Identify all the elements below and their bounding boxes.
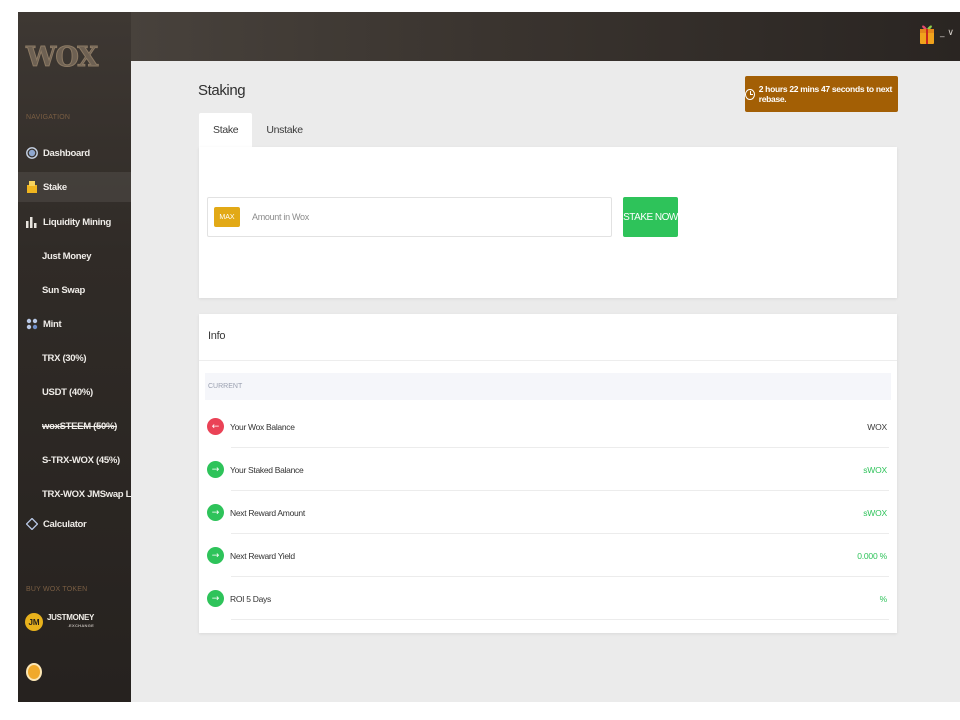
gift-avatar-icon[interactable] <box>918 21 936 45</box>
row-label: Your Wox Balance <box>230 421 295 432</box>
sidebar-item-label: TRX (30%) <box>42 352 87 364</box>
stake-now-button[interactable]: STAKE NOW <box>623 197 678 237</box>
sidebar-item-liquidity-mining[interactable]: Liquidity Mining <box>18 207 131 237</box>
row-label: Next Reward Amount <box>230 507 305 518</box>
row-divider <box>231 619 889 620</box>
diamond-icon <box>25 517 39 531</box>
sidebar-item-dashboard[interactable]: Dashboard <box>18 138 131 168</box>
arrow-right-icon: → <box>207 590 224 607</box>
stake-tabs: Stake Unstake <box>199 113 317 147</box>
row-label: Your Staked Balance <box>230 464 304 475</box>
justmoney-logo-text: JUSTMONEY .EXCHANGE <box>47 614 94 630</box>
sidebar-item-label: Just Money <box>42 250 92 262</box>
row-label: Next Reward Yield <box>230 550 295 561</box>
tab-stake[interactable]: Stake <box>199 113 253 147</box>
arrow-right-icon: → <box>207 461 224 478</box>
rebase-text: 2 hours 22 mins 47 seconds to next rebas… <box>758 84 893 104</box>
row-value: sWOX <box>863 464 887 475</box>
sidebar-item-trx[interactable]: TRX (30%) <box>18 343 131 373</box>
sidebar-item-label: Sun Swap <box>42 284 85 296</box>
app-logo[interactable]: WOX <box>25 42 98 74</box>
sidebar-item-label: woxSTEEM (50%) <box>42 420 117 432</box>
info-panel: Info CURRENT ← Your Wox Balance WOX → Yo… <box>199 314 897 633</box>
stake-panel: MAX STAKE NOW <box>199 147 897 298</box>
buy-heading: BUY WOX TOKEN <box>26 586 88 593</box>
bar-chart-icon <box>26 216 38 228</box>
clock-icon <box>745 88 755 100</box>
dashboard-icon <box>26 147 38 159</box>
justmoney-name: JUSTMONEY <box>47 613 95 622</box>
amount-input-group: MAX <box>207 197 612 237</box>
info-row-next-reward-yield: → Next Reward Yield 0.000 % <box>207 534 889 577</box>
sidebar-item-label: Mint <box>43 318 62 330</box>
arrow-left-icon: ← <box>207 418 224 435</box>
tab-unstake[interactable]: Unstake <box>252 113 316 147</box>
sidebar-item-just-money[interactable]: Just Money <box>18 241 131 271</box>
row-value: sWOX <box>863 507 887 518</box>
sidebar-item-label: TRX-WOX JMSwap LP (45 <box>42 488 131 500</box>
page-title: Staking <box>198 82 246 99</box>
justmoney-logo-icon: JM <box>25 613 43 631</box>
section-header-current: CURRENT <box>205 373 891 400</box>
sidebar-item-usdt[interactable]: USDT (40%) <box>18 377 131 407</box>
sunswap-logo-icon[interactable] <box>26 663 42 681</box>
app-window: _ ∨ WOX NAVIGATION Dashboard Stake Liqui… <box>18 12 960 702</box>
nav-heading: NAVIGATION <box>26 114 71 121</box>
sidebar-item-mint[interactable]: Mint <box>18 309 131 339</box>
sidebar-item-label: S-TRX-WOX (45%) <box>42 454 120 466</box>
max-button[interactable]: MAX <box>214 207 240 227</box>
info-row-next-reward-amount: → Next Reward Amount sWOX <box>207 491 889 534</box>
sidebar-item-stake[interactable]: Stake <box>18 172 131 202</box>
row-value: WOX <box>867 421 887 432</box>
top-bar: _ ∨ <box>18 12 960 61</box>
sidebar-item-woxsteem[interactable]: woxSTEEM (50%) <box>18 411 131 441</box>
divider <box>199 360 897 361</box>
justmoney-sub: .EXCHANGE <box>67 623 95 628</box>
sidebar: WOX NAVIGATION Dashboard Stake Liquidity… <box>18 12 131 702</box>
justmoney-link[interactable]: JM JUSTMONEY .EXCHANGE <box>25 613 94 631</box>
sidebar-item-s-trx-wox[interactable]: S-TRX-WOX (45%) <box>18 445 131 475</box>
sidebar-item-label: Liquidity Mining <box>43 216 112 228</box>
info-row-roi-5-days: → ROI 5 Days % <box>207 577 889 620</box>
amount-input[interactable] <box>252 212 552 222</box>
sidebar-item-sun-swap[interactable]: Sun Swap <box>18 275 131 305</box>
sidebar-item-label: Dashboard <box>43 147 90 159</box>
row-label: ROI 5 Days <box>230 593 271 604</box>
main-content: Staking 2 hours 22 mins 47 seconds to ne… <box>131 61 960 702</box>
arrow-right-icon: → <box>207 504 224 521</box>
sidebar-item-calculator[interactable]: Calculator <box>18 509 131 539</box>
info-row-staked-balance: → Your Staked Balance sWOX <box>207 448 889 491</box>
sidebar-item-label: Calculator <box>43 518 87 530</box>
info-row-wox-balance: ← Your Wox Balance WOX <box>207 405 889 448</box>
row-value: % <box>879 593 888 604</box>
sidebar-item-label: Stake <box>43 181 67 193</box>
rebase-countdown-badge: 2 hours 22 mins 47 seconds to next rebas… <box>745 76 898 112</box>
stake-icon <box>26 181 38 193</box>
sidebar-item-label: USDT (40%) <box>42 386 93 398</box>
chevron-down-icon[interactable]: _ ∨ <box>940 28 954 38</box>
user-menu[interactable]: _ ∨ <box>918 21 954 45</box>
arrow-right-icon: → <box>207 547 224 564</box>
sidebar-item-trx-wox-lp[interactable]: TRX-WOX JMSwap LP (45 <box>18 479 131 509</box>
row-value: 0.000 % <box>857 550 887 561</box>
dots-grid-icon <box>26 318 38 330</box>
info-title: Info <box>208 330 226 342</box>
